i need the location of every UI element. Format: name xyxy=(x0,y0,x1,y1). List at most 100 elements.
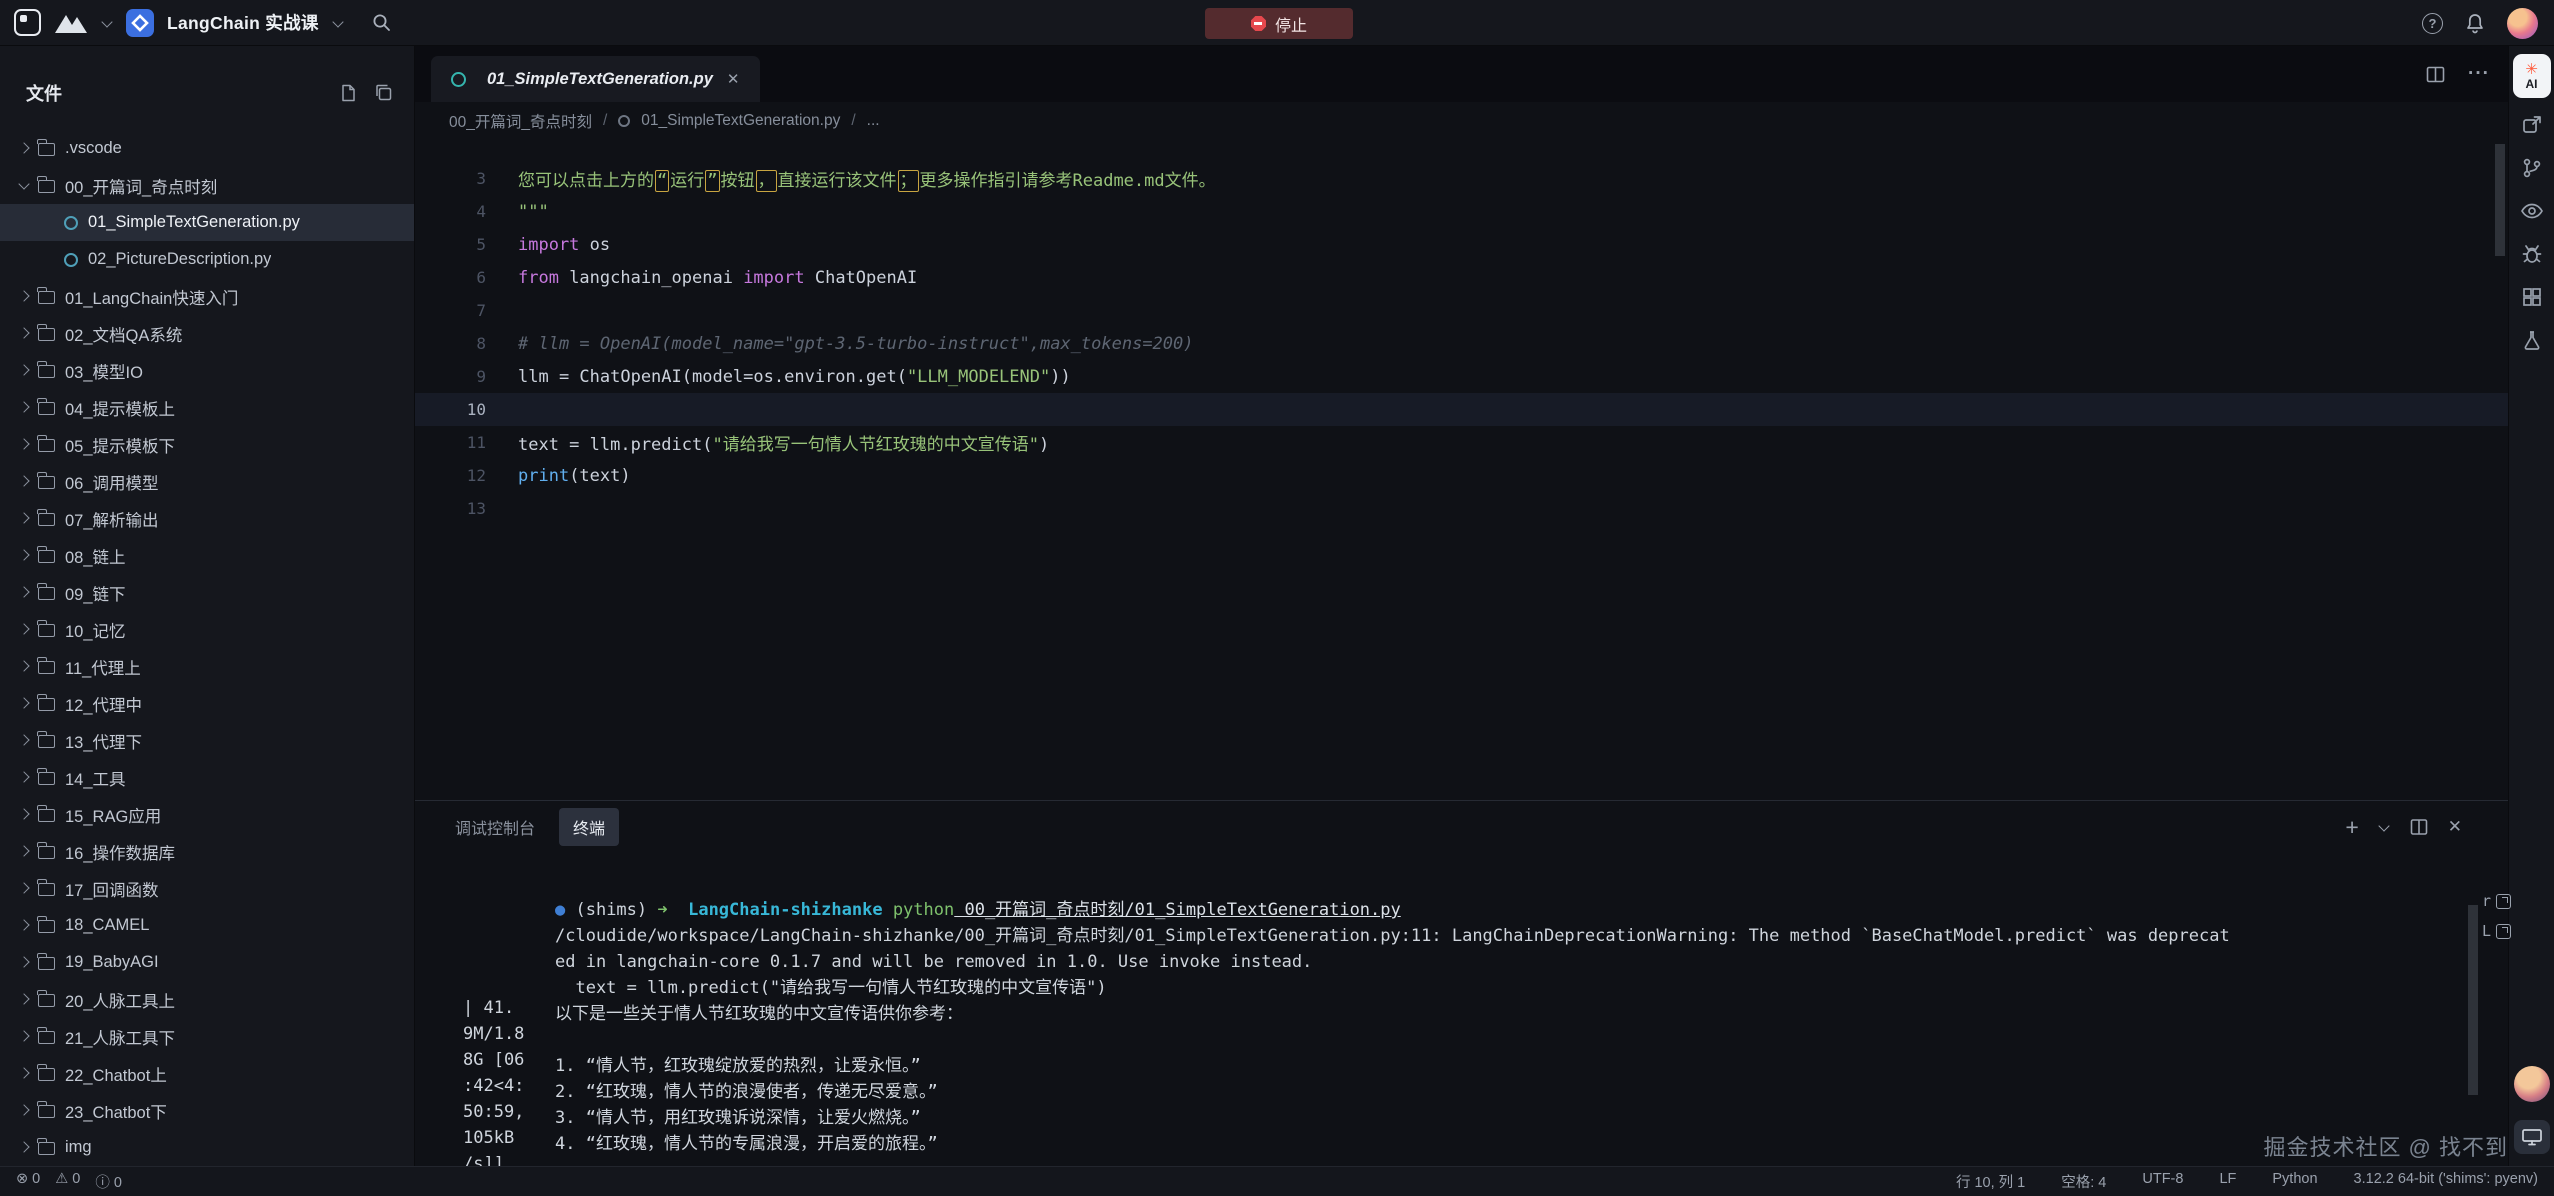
tab-debug-console[interactable]: 调试控制台 xyxy=(441,808,549,846)
tree-item[interactable]: 15_RAG应用 xyxy=(0,796,414,833)
eol[interactable]: LF xyxy=(2219,1171,2236,1192)
editor-scrollbar[interactable] xyxy=(2495,144,2505,256)
tree-item[interactable]: 08_链上 xyxy=(0,537,414,574)
tree-item[interactable]: 22_Chatbot上 xyxy=(0,1055,414,1092)
indentation[interactable]: 空格: 4 xyxy=(2061,1171,2106,1192)
notifications-icon[interactable] xyxy=(2465,13,2485,34)
tree-item[interactable]: 06_调用模型 xyxy=(0,463,414,500)
terminal-dropdown-icon[interactable] xyxy=(2378,821,2390,833)
tree-item[interactable]: 04_提示模板上 xyxy=(0,389,414,426)
tree-item[interactable]: 07_解析输出 xyxy=(0,500,414,537)
search-icon[interactable] xyxy=(371,12,392,33)
terminal-instance[interactable]: r xyxy=(2482,892,2511,910)
line-number: 10 xyxy=(415,400,518,419)
tree-item[interactable]: 00_开篇词_奇点时刻 xyxy=(0,167,414,204)
encoding[interactable]: UTF-8 xyxy=(2142,1171,2183,1192)
cursor-position[interactable]: 行 10, 列 1 xyxy=(1956,1171,2025,1192)
tree-item[interactable]: 02_PictureDescription.py xyxy=(0,241,414,278)
assistant-avatar[interactable] xyxy=(2514,1066,2550,1102)
topbar: LangChain 实战课 停止 ? xyxy=(0,0,2554,46)
workspace-logo-icon[interactable] xyxy=(54,12,88,34)
line-number: 7 xyxy=(415,301,518,320)
new-file-icon[interactable] xyxy=(338,83,358,103)
chevron-down-icon[interactable] xyxy=(332,17,344,29)
tree-item[interactable]: 17_回调函数 xyxy=(0,870,414,907)
help-icon[interactable]: ? xyxy=(2422,13,2443,34)
flask-icon[interactable] xyxy=(2521,329,2543,351)
tree-item[interactable]: 19_BabyAGI xyxy=(0,944,414,981)
tree-item[interactable]: .vscode xyxy=(0,130,414,167)
terminal-instance-list: rL xyxy=(2482,892,2511,940)
chevron-down-icon[interactable] xyxy=(101,17,113,29)
terminal-instance[interactable]: L xyxy=(2482,922,2511,940)
code-line[interactable]: 3您可以点击上方的“运行”按钮，直接运行该文件；更多操作指引请参考Readme.… xyxy=(415,162,2508,195)
code-line[interactable]: 5import os xyxy=(415,228,2508,261)
debug-icon[interactable] xyxy=(2521,243,2543,265)
tree-item[interactable]: 03_模型IO xyxy=(0,352,414,389)
code-line[interactable]: 13 xyxy=(415,492,2508,525)
tree-item[interactable]: 09_链下 xyxy=(0,574,414,611)
tree-item[interactable]: 23_Chatbot下 xyxy=(0,1092,414,1129)
tree-item[interactable]: 01_LangChain快速入门 xyxy=(0,278,414,315)
tree-item[interactable]: 14_工具 xyxy=(0,759,414,796)
code-line[interactable]: 11text = llm.predict("请给我写一句情人节红玫瑰的中文宣传语… xyxy=(415,426,2508,459)
tree-item[interactable]: 10_记忆 xyxy=(0,611,414,648)
breadcrumb-symbol[interactable]: ... xyxy=(867,112,880,130)
folder-icon xyxy=(38,846,55,859)
remote-desktop-icon[interactable] xyxy=(2514,1120,2550,1154)
tree-item[interactable]: 20_人脉工具上 xyxy=(0,981,414,1018)
tab-terminal[interactable]: 终端 xyxy=(559,808,619,846)
breadcrumb-file[interactable]: 01_SimpleTextGeneration.py xyxy=(641,112,840,130)
code-line[interactable]: 12print(text) xyxy=(415,459,2508,492)
split-panel-icon[interactable] xyxy=(2409,817,2429,837)
code-line[interactable]: 8# llm = OpenAI(model_name="gpt-3.5-turb… xyxy=(415,327,2508,360)
terminal-line: ● (shims) ➜ LangChain-shizhanke python 0… xyxy=(555,897,2448,923)
problem-counter[interactable]: ⓘ 0 xyxy=(95,1171,122,1192)
grid-icon[interactable] xyxy=(2521,286,2543,308)
export-icon[interactable] xyxy=(2521,114,2543,136)
tree-item[interactable]: 05_提示模板下 xyxy=(0,426,414,463)
code-editor[interactable]: 3您可以点击上方的“运行”按钮，直接运行该文件；更多操作指引请参考Readme.… xyxy=(415,140,2508,800)
user-avatar[interactable] xyxy=(2507,8,2538,39)
tree-item[interactable]: 16_操作数据库 xyxy=(0,833,414,870)
git-branch-icon[interactable] xyxy=(2521,157,2543,179)
stop-button[interactable]: 停止 xyxy=(1205,8,1353,39)
tree-item[interactable]: 21_人脉工具下 xyxy=(0,1018,414,1055)
file-tree: .vscode00_开篇词_奇点时刻01_SimpleTextGeneratio… xyxy=(0,122,414,1166)
terminal-scrollbar[interactable] xyxy=(2468,905,2478,1095)
chevron-icon xyxy=(16,510,36,528)
eye-icon[interactable] xyxy=(2520,200,2544,222)
close-panel-icon[interactable]: ✕ xyxy=(2448,817,2462,837)
tree-item[interactable]: 01_SimpleTextGeneration.py xyxy=(0,204,414,241)
tree-item[interactable]: 02_文档QA系统 xyxy=(0,315,414,352)
code-line[interactable]: 9llm = ChatOpenAI(model=os.environ.get("… xyxy=(415,360,2508,393)
code-line[interactable]: 10 xyxy=(415,393,2508,426)
problem-counter[interactable]: ⚠ 0 xyxy=(55,1171,80,1192)
app-menu-icon[interactable] xyxy=(14,9,41,36)
tree-item[interactable]: 18_CAMEL xyxy=(0,907,414,944)
tree-item[interactable]: 12_代理中 xyxy=(0,685,414,722)
problem-counter[interactable]: ⊗ 0 xyxy=(16,1171,40,1192)
breadcrumb-folder[interactable]: 00_开篇词_奇点时刻 xyxy=(449,110,592,132)
editor-tab[interactable]: 01_SimpleTextGeneration.py ✕ xyxy=(431,56,760,102)
more-actions-icon[interactable]: ··· xyxy=(2468,63,2490,85)
tree-item[interactable]: 13_代理下 xyxy=(0,722,414,759)
terminal[interactable]: | 41. 9M/1.8 8G [06 :42<4: 50:59, 105kB … xyxy=(415,853,2508,1166)
code-line[interactable]: 4""" xyxy=(415,195,2508,228)
language-mode[interactable]: Python xyxy=(2272,1171,2317,1192)
tree-item[interactable]: 11_代理上 xyxy=(0,648,414,685)
tree-item-label: 13_代理下 xyxy=(65,729,142,753)
line-number: 6 xyxy=(415,268,518,287)
tree-item[interactable]: img xyxy=(0,1129,414,1166)
tree-item-label: img xyxy=(65,1138,92,1157)
code-line[interactable]: 6from langchain_openai import ChatOpenAI xyxy=(415,261,2508,294)
close-icon[interactable]: ✕ xyxy=(724,68,743,90)
split-editor-icon[interactable] xyxy=(2425,64,2446,85)
code-line[interactable]: 7 xyxy=(415,294,2508,327)
ai-assistant-button[interactable]: ✳ AI xyxy=(2513,54,2551,98)
code-text: from langchain_openai import ChatOpenAI xyxy=(518,268,917,288)
collapse-folders-icon[interactable] xyxy=(374,83,394,103)
tree-item-label: 02_文档QA系统 xyxy=(65,322,182,346)
python-interpreter[interactable]: 3.12.2 64-bit ('shims': pyenv) xyxy=(2354,1171,2538,1192)
new-terminal-icon[interactable]: + xyxy=(2345,816,2358,839)
